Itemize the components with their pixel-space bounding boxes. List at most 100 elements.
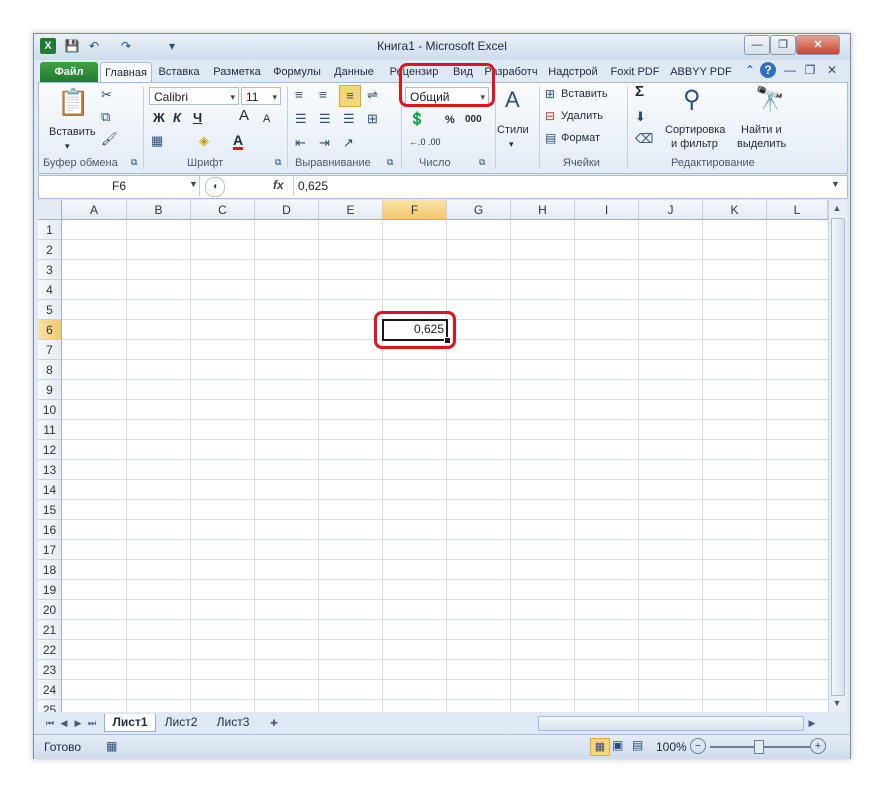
formula-bar-collapse-icon[interactable]: ▼: [831, 179, 840, 189]
minimize-button[interactable]: —: [744, 35, 770, 55]
doc-minimize-icon[interactable]: —: [782, 62, 798, 78]
scroll-up-icon[interactable]: ▲: [829, 200, 845, 216]
horizontal-scroll-thumb[interactable]: [538, 716, 804, 731]
name-box-dropdown-icon[interactable]: ▼: [189, 179, 198, 189]
paste-dropdown-icon[interactable]: ▾: [65, 139, 70, 153]
align-top-icon[interactable]: ≡: [295, 87, 303, 102]
tab-foxit-pdf[interactable]: Foxit PDF: [604, 62, 666, 82]
sort-filter-button-line2[interactable]: и фильтр: [671, 137, 718, 151]
row-header[interactable]: 13: [38, 460, 62, 480]
help-icon[interactable]: ?: [760, 62, 776, 78]
column-header-selected[interactable]: F: [383, 200, 447, 220]
row-header[interactable]: 22: [38, 640, 62, 660]
align-left-icon[interactable]: ☰: [295, 111, 307, 127]
row-header[interactable]: 24: [38, 680, 62, 700]
scroll-down-icon[interactable]: ▼: [829, 695, 845, 711]
page-layout-view-icon[interactable]: ▣: [612, 738, 623, 752]
insert-cells-button[interactable]: Вставить: [561, 87, 608, 101]
copy-icon[interactable]: ⧉: [101, 109, 110, 125]
styles-icon[interactable]: A: [505, 87, 520, 113]
currency-format-icon[interactable]: 💲: [409, 111, 425, 127]
font-color-button[interactable]: A: [233, 133, 244, 150]
select-all-corner[interactable]: [38, 200, 62, 220]
tab-page-layout[interactable]: Разметка: [208, 62, 266, 82]
paste-button[interactable]: Вставить: [49, 125, 96, 139]
row-header[interactable]: 18: [38, 560, 62, 580]
row-header[interactable]: 5: [38, 300, 62, 320]
sheet-tab-3[interactable]: Лист3: [208, 714, 258, 731]
tab-addins[interactable]: Надстрой: [544, 62, 602, 82]
column-header[interactable]: J: [639, 200, 703, 220]
scroll-right-icon[interactable]: ▶: [804, 715, 820, 731]
merge-cells-icon[interactable]: ⊞: [367, 111, 378, 127]
column-header[interactable]: G: [447, 200, 511, 220]
row-header[interactable]: 3: [38, 260, 62, 280]
tab-abbyy-pdf[interactable]: ABBYY PDF: [668, 62, 734, 82]
italic-button[interactable]: К: [173, 111, 181, 125]
font-name-combo[interactable]: Calibri ▾: [149, 87, 239, 105]
row-header[interactable]: 8: [38, 360, 62, 380]
sheet-tab-2[interactable]: Лист2: [156, 714, 206, 731]
zoom-level[interactable]: 100%: [656, 740, 687, 754]
worksheet-grid[interactable]: A B C D E F G H I J K L 1 2 3 4 5 6 7 8 …: [38, 200, 828, 712]
tab-formulas[interactable]: Формулы: [268, 62, 326, 82]
row-header[interactable]: 23: [38, 660, 62, 680]
shrink-font-button[interactable]: A: [263, 112, 270, 126]
sort-filter-icon[interactable]: ⚲: [683, 85, 701, 114]
formula-bar-expand-icon[interactable]: ◖: [205, 177, 225, 197]
align-middle-icon[interactable]: ≡: [319, 87, 327, 102]
row-header[interactable]: 17: [38, 540, 62, 560]
align-right-icon[interactable]: ☰: [343, 111, 355, 127]
doc-close-icon[interactable]: ✕: [824, 62, 840, 78]
column-header[interactable]: L: [767, 200, 828, 220]
increase-decimal-button[interactable]: ←.0 .00: [409, 135, 441, 149]
row-header[interactable]: 4: [38, 280, 62, 300]
insert-function-icon[interactable]: fx: [273, 178, 284, 192]
column-header[interactable]: I: [575, 200, 639, 220]
row-header[interactable]: 25: [38, 700, 62, 712]
sort-filter-button[interactable]: Сортировка: [665, 123, 725, 137]
page-break-view-icon[interactable]: ▤: [632, 738, 643, 752]
format-cells-icon[interactable]: ▤: [545, 131, 556, 145]
grow-font-button[interactable]: A: [239, 108, 249, 123]
fill-color-icon[interactable]: ◈: [199, 133, 209, 149]
formula-input[interactable]: 0,625: [293, 176, 838, 196]
vertical-scroll-thumb[interactable]: [831, 218, 845, 696]
column-header[interactable]: D: [255, 200, 319, 220]
row-header[interactable]: 15: [38, 500, 62, 520]
tab-insert[interactable]: Вставка: [152, 62, 206, 82]
tab-home[interactable]: Главная: [100, 62, 152, 83]
delete-cells-button[interactable]: Удалить: [561, 109, 603, 123]
row-header[interactable]: 9: [38, 380, 62, 400]
styles-button[interactable]: Стили: [497, 123, 529, 137]
column-header[interactable]: E: [319, 200, 383, 220]
find-select-icon[interactable]: 🔭: [755, 85, 785, 114]
restore-button[interactable]: ❐: [770, 35, 796, 55]
clear-icon[interactable]: ⌫: [635, 131, 653, 147]
zoom-out-button[interactable]: −: [690, 738, 706, 754]
align-center-icon[interactable]: ☰: [319, 111, 331, 127]
row-header[interactable]: 21: [38, 620, 62, 640]
column-header[interactable]: H: [511, 200, 575, 220]
find-select-button[interactable]: Найти и: [741, 123, 782, 137]
fill-icon[interactable]: ⬇: [635, 109, 646, 125]
close-button[interactable]: ✕: [796, 35, 840, 55]
thousands-separator-button[interactable]: 000: [465, 113, 482, 127]
insert-cells-icon[interactable]: ⊞: [545, 87, 555, 101]
normal-view-icon[interactable]: ▦: [590, 738, 610, 756]
sheet-tab-1[interactable]: Лист1: [104, 714, 156, 732]
styles-dropdown-icon[interactable]: ▾: [509, 137, 514, 151]
name-box[interactable]: F6: [39, 176, 200, 196]
format-painter-icon[interactable]: 🖌: [101, 131, 118, 147]
clipboard-launcher-icon[interactable]: ⧉: [131, 157, 137, 168]
row-header-selected[interactable]: 6: [38, 320, 62, 340]
format-cells-button[interactable]: Формат: [561, 131, 600, 145]
percent-button[interactable]: %: [445, 113, 455, 127]
zoom-in-button[interactable]: +: [810, 738, 826, 754]
row-header[interactable]: 20: [38, 600, 62, 620]
insert-sheet-icon[interactable]: ✚: [266, 715, 282, 731]
ribbon-minimize-icon[interactable]: ⌃: [742, 62, 758, 78]
column-header[interactable]: B: [127, 200, 191, 220]
row-header[interactable]: 2: [38, 240, 62, 260]
row-header[interactable]: 12: [38, 440, 62, 460]
